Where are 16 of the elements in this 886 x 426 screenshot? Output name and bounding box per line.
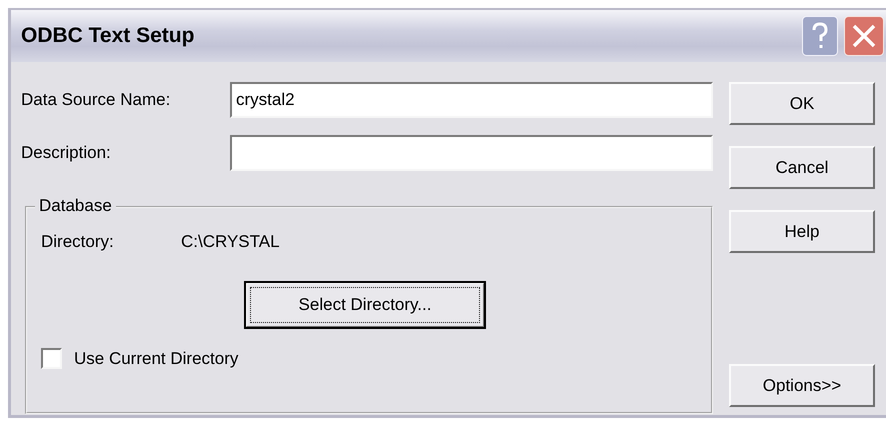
- window-title: ODBC Text Setup: [21, 24, 194, 48]
- select-directory-button[interactable]: Select Directory...: [245, 282, 485, 328]
- dialog-button[interactable]: Help: [729, 210, 875, 253]
- directory-path: C:\CRYSTAL: [181, 232, 280, 252]
- dialog-button[interactable]: OK: [729, 82, 875, 125]
- input-field[interactable]: crystal2: [230, 82, 713, 118]
- field-label: Description:: [21, 143, 112, 163]
- input-field[interactable]: [230, 135, 713, 171]
- dialog-button[interactable]: Options>>: [729, 364, 875, 407]
- field-label: Data Source Name:: [21, 90, 172, 110]
- dialog-button[interactable]: Cancel: [729, 146, 875, 189]
- checkbox[interactable]: [41, 348, 62, 369]
- checkbox-label[interactable]: Use Current Directory: [74, 348, 238, 368]
- directory-label: Directory:: [41, 232, 115, 252]
- help-icon[interactable]: [802, 16, 838, 56]
- close-icon[interactable]: [844, 16, 884, 56]
